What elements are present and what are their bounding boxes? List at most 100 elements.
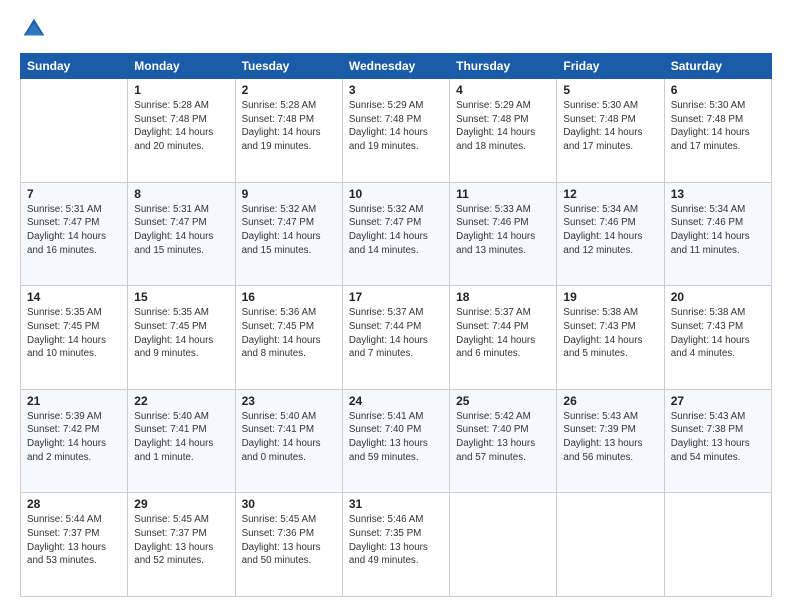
table-row: 19 Sunrise: 5:38 AM Sunset: 7:43 PM Dayli…	[557, 286, 664, 390]
day-info: Sunrise: 5:33 AM Sunset: 7:46 PM Dayligh…	[456, 203, 550, 258]
table-row: 13Sunrise: 5:34 AM Sunset: 7:46 PM Dayli…	[664, 182, 771, 286]
calendar-week-0: 1 Sunrise: 5:28 AM Sunset: 7:48 PM Daylig…	[21, 79, 772, 183]
day-info: Sunrise: 5:28 AM Sunset: 7:48 PM Dayligh…	[134, 99, 228, 154]
day-info: Sunrise: 5:37 AM Sunset: 7:44 PM Dayligh…	[456, 306, 550, 361]
day-info: Sunrise: 5:36 AM Sunset: 7:45 PM Dayligh…	[242, 306, 336, 361]
day-number: 19	[563, 290, 657, 304]
day-number: 29	[134, 497, 228, 511]
day-number: 14	[27, 290, 121, 304]
day-info: Sunrise: 5:41 AM Sunset: 7:40 PM Dayligh…	[349, 410, 443, 465]
day-info: Sunrise: 5:38 AM Sunset: 7:43 PM Dayligh…	[671, 306, 765, 361]
table-row: 22 Sunrise: 5:40 AM Sunset: 7:41 PM Dayli…	[128, 389, 235, 493]
day-info: Sunrise: 5:34 AM Sunset: 7:46 PM Dayligh…	[563, 203, 657, 258]
logo-icon	[20, 15, 48, 43]
header	[20, 15, 772, 43]
day-info: Sunrise: 5:39 AM Sunset: 7:42 PM Dayligh…	[27, 410, 121, 465]
day-number: 24	[349, 394, 443, 408]
day-number: 16	[242, 290, 336, 304]
day-info: Sunrise: 5:40 AM Sunset: 7:41 PM Dayligh…	[134, 410, 228, 465]
table-row	[450, 493, 557, 597]
table-row: 31Sunrise: 5:46 AM Sunset: 7:35 PM Dayli…	[342, 493, 449, 597]
day-info: Sunrise: 5:29 AM Sunset: 7:48 PM Dayligh…	[456, 99, 550, 154]
day-number: 25	[456, 394, 550, 408]
table-row: 18 Sunrise: 5:37 AM Sunset: 7:44 PM Dayli…	[450, 286, 557, 390]
col-sunday: Sunday	[21, 54, 128, 79]
day-info: Sunrise: 5:31 AM Sunset: 7:47 PM Dayligh…	[134, 203, 228, 258]
day-number: 20	[671, 290, 765, 304]
table-row: 10 Sunrise: 5:32 AM Sunset: 7:47 PM Dayli…	[342, 182, 449, 286]
day-number: 9	[242, 187, 336, 201]
day-number: 22	[134, 394, 228, 408]
day-info: Sunrise: 5:31 AM Sunset: 7:47 PM Dayligh…	[27, 203, 121, 258]
table-row: 7 Sunrise: 5:31 AM Sunset: 7:47 PM Daylig…	[21, 182, 128, 286]
day-info: Sunrise: 5:45 AM Sunset: 7:36 PM Dayligh…	[242, 513, 336, 568]
table-row: 28Sunrise: 5:44 AM Sunset: 7:37 PM Dayli…	[21, 493, 128, 597]
day-info: Sunrise: 5:28 AM Sunset: 7:48 PM Dayligh…	[242, 99, 336, 154]
table-row: 29 Sunrise: 5:45 AM Sunset: 7:37 PM Dayli…	[128, 493, 235, 597]
calendar-week-2: 14 Sunrise: 5:35 AM Sunset: 7:45 PM Dayli…	[21, 286, 772, 390]
table-row: 16 Sunrise: 5:36 AM Sunset: 7:45 PM Dayli…	[235, 286, 342, 390]
day-info: Sunrise: 5:35 AM Sunset: 7:45 PM Dayligh…	[134, 306, 228, 361]
day-info: Sunrise: 5:44 AM Sunset: 7:37 PM Dayligh…	[27, 513, 121, 568]
day-info: Sunrise: 5:40 AM Sunset: 7:41 PM Dayligh…	[242, 410, 336, 465]
day-number: 27	[671, 394, 765, 408]
table-row: 17Sunrise: 5:37 AM Sunset: 7:44 PM Dayli…	[342, 286, 449, 390]
table-row	[664, 493, 771, 597]
logo	[20, 15, 52, 43]
day-number: 5	[563, 83, 657, 97]
day-number: 7	[27, 187, 121, 201]
day-info: Sunrise: 5:43 AM Sunset: 7:38 PM Dayligh…	[671, 410, 765, 465]
table-row: 14 Sunrise: 5:35 AM Sunset: 7:45 PM Dayli…	[21, 286, 128, 390]
table-row: 24 Sunrise: 5:41 AM Sunset: 7:40 PM Dayli…	[342, 389, 449, 493]
table-row	[21, 79, 128, 183]
day-number: 4	[456, 83, 550, 97]
table-row: 3 Sunrise: 5:29 AM Sunset: 7:48 PM Daylig…	[342, 79, 449, 183]
day-info: Sunrise: 5:37 AM Sunset: 7:44 PM Dayligh…	[349, 306, 443, 361]
col-wednesday: Wednesday	[342, 54, 449, 79]
day-number: 8	[134, 187, 228, 201]
day-info: Sunrise: 5:29 AM Sunset: 7:48 PM Dayligh…	[349, 99, 443, 154]
col-thursday: Thursday	[450, 54, 557, 79]
day-number: 12	[563, 187, 657, 201]
table-row: 21Sunrise: 5:39 AM Sunset: 7:42 PM Dayli…	[21, 389, 128, 493]
day-number: 18	[456, 290, 550, 304]
calendar-table: Sunday Monday Tuesday Wednesday Thursday…	[20, 53, 772, 597]
table-row: 25 Sunrise: 5:42 AM Sunset: 7:40 PM Dayli…	[450, 389, 557, 493]
day-number: 2	[242, 83, 336, 97]
col-tuesday: Tuesday	[235, 54, 342, 79]
day-info: Sunrise: 5:43 AM Sunset: 7:39 PM Dayligh…	[563, 410, 657, 465]
day-info: Sunrise: 5:38 AM Sunset: 7:43 PM Dayligh…	[563, 306, 657, 361]
table-row: 12 Sunrise: 5:34 AM Sunset: 7:46 PM Dayli…	[557, 182, 664, 286]
table-row: 23Sunrise: 5:40 AM Sunset: 7:41 PM Dayli…	[235, 389, 342, 493]
table-row: 20 Sunrise: 5:38 AM Sunset: 7:43 PM Dayli…	[664, 286, 771, 390]
day-info: Sunrise: 5:30 AM Sunset: 7:48 PM Dayligh…	[671, 99, 765, 154]
page: Sunday Monday Tuesday Wednesday Thursday…	[0, 0, 792, 612]
day-number: 6	[671, 83, 765, 97]
calendar-week-3: 21Sunrise: 5:39 AM Sunset: 7:42 PM Dayli…	[21, 389, 772, 493]
col-monday: Monday	[128, 54, 235, 79]
table-row: 15 Sunrise: 5:35 AM Sunset: 7:45 PM Dayli…	[128, 286, 235, 390]
table-row: 26 Sunrise: 5:43 AM Sunset: 7:39 PM Dayli…	[557, 389, 664, 493]
day-number: 30	[242, 497, 336, 511]
day-number: 13	[671, 187, 765, 201]
table-row	[557, 493, 664, 597]
table-row: 6 Sunrise: 5:30 AM Sunset: 7:48 PM Daylig…	[664, 79, 771, 183]
calendar-week-1: 7 Sunrise: 5:31 AM Sunset: 7:47 PM Daylig…	[21, 182, 772, 286]
day-number: 26	[563, 394, 657, 408]
day-info: Sunrise: 5:46 AM Sunset: 7:35 PM Dayligh…	[349, 513, 443, 568]
day-info: Sunrise: 5:45 AM Sunset: 7:37 PM Dayligh…	[134, 513, 228, 568]
table-row: 30 Sunrise: 5:45 AM Sunset: 7:36 PM Dayli…	[235, 493, 342, 597]
col-saturday: Saturday	[664, 54, 771, 79]
day-number: 15	[134, 290, 228, 304]
table-row: 4 Sunrise: 5:29 AM Sunset: 7:48 PM Daylig…	[450, 79, 557, 183]
day-number: 1	[134, 83, 228, 97]
day-info: Sunrise: 5:42 AM Sunset: 7:40 PM Dayligh…	[456, 410, 550, 465]
table-row: 11Sunrise: 5:33 AM Sunset: 7:46 PM Dayli…	[450, 182, 557, 286]
day-number: 10	[349, 187, 443, 201]
day-info: Sunrise: 5:35 AM Sunset: 7:45 PM Dayligh…	[27, 306, 121, 361]
day-number: 3	[349, 83, 443, 97]
day-info: Sunrise: 5:32 AM Sunset: 7:47 PM Dayligh…	[349, 203, 443, 258]
table-row: 9Sunrise: 5:32 AM Sunset: 7:47 PM Daylig…	[235, 182, 342, 286]
calendar-week-4: 28Sunrise: 5:44 AM Sunset: 7:37 PM Dayli…	[21, 493, 772, 597]
table-row: 27 Sunrise: 5:43 AM Sunset: 7:38 PM Dayli…	[664, 389, 771, 493]
